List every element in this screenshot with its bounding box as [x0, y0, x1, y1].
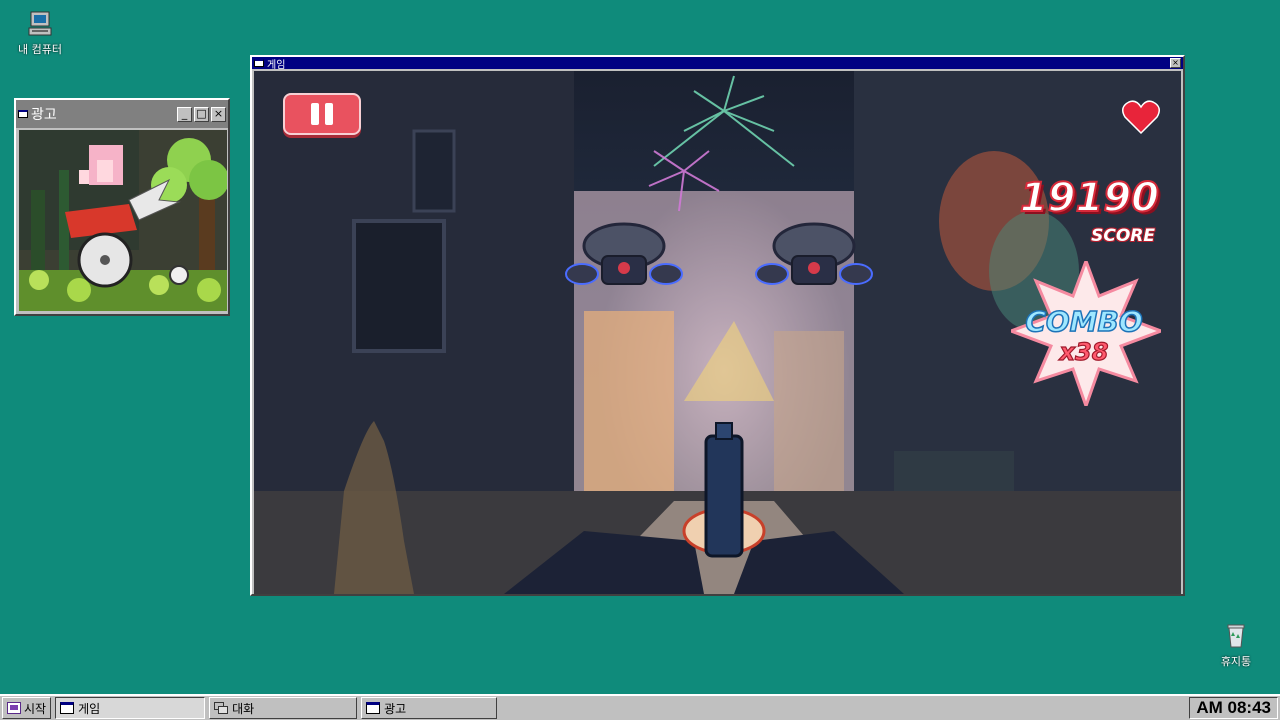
ad-banner-image[interactable] [19, 130, 227, 311]
start-button[interactable]: 시작 [2, 697, 52, 719]
taskbar-item-label: 대화 [232, 701, 255, 716]
taskbar-item-ad[interactable]: 광고 [361, 697, 498, 719]
game-window-titlebar[interactable]: 게임 × [252, 57, 1183, 71]
pause-icon [311, 103, 319, 125]
my-computer-shortcut[interactable]: 내 컴퓨터 [8, 10, 72, 57]
taskbar-item-label: 광고 [384, 701, 407, 716]
combo-count: x38 [1059, 337, 1109, 366]
start-label: 시작 [24, 701, 47, 716]
window-icon [366, 702, 381, 714]
ad-window-title: 광고 [31, 107, 57, 123]
recycle-bin-shortcut[interactable]: 휴지통 [1204, 620, 1268, 669]
window-icon [254, 59, 264, 67]
close-button[interactable]: × [211, 106, 226, 122]
taskbar-item-chat[interactable]: 대화 [209, 697, 358, 719]
recycle-bin-label: 휴지통 [1220, 655, 1252, 668]
score-label: SCORE [1091, 226, 1155, 246]
system-clock: AM 08:43 [1189, 697, 1278, 719]
minimize-button[interactable]: _ [177, 106, 192, 122]
game-window-title: 게임 [267, 59, 286, 71]
pause-button[interactable] [283, 93, 361, 135]
ad-window-titlebar[interactable]: 광고 _ □ × [16, 100, 228, 128]
heart-icon [1122, 100, 1160, 135]
window-icon [18, 110, 28, 118]
computer-icon [28, 11, 52, 36]
pixel-art-knight-ad [19, 130, 227, 311]
taskbar-item-game[interactable]: 게임 [55, 697, 206, 719]
close-button[interactable]: × [1170, 58, 1181, 68]
combo-label: COMBO [1025, 304, 1144, 339]
game-window[interactable]: 게임 × 19190 SCORE COMBO x38 [250, 55, 1185, 596]
start-icon [7, 702, 21, 714]
score-value: 19190 [1019, 174, 1160, 222]
window-icon [60, 702, 75, 714]
game-viewport[interactable]: 19190 SCORE COMBO x38 [254, 71, 1181, 594]
chat-icon [214, 702, 229, 714]
taskbar-item-label: 게임 [78, 701, 101, 716]
maximize-button[interactable]: □ [194, 106, 209, 122]
my-computer-label: 내 컴퓨터 [18, 43, 62, 56]
ad-window[interactable]: 광고 _ □ × [14, 98, 230, 316]
recycle-bin-icon [1227, 624, 1245, 648]
taskbar: 시작 게임 대화 광고 AM 08:43 [0, 694, 1280, 720]
